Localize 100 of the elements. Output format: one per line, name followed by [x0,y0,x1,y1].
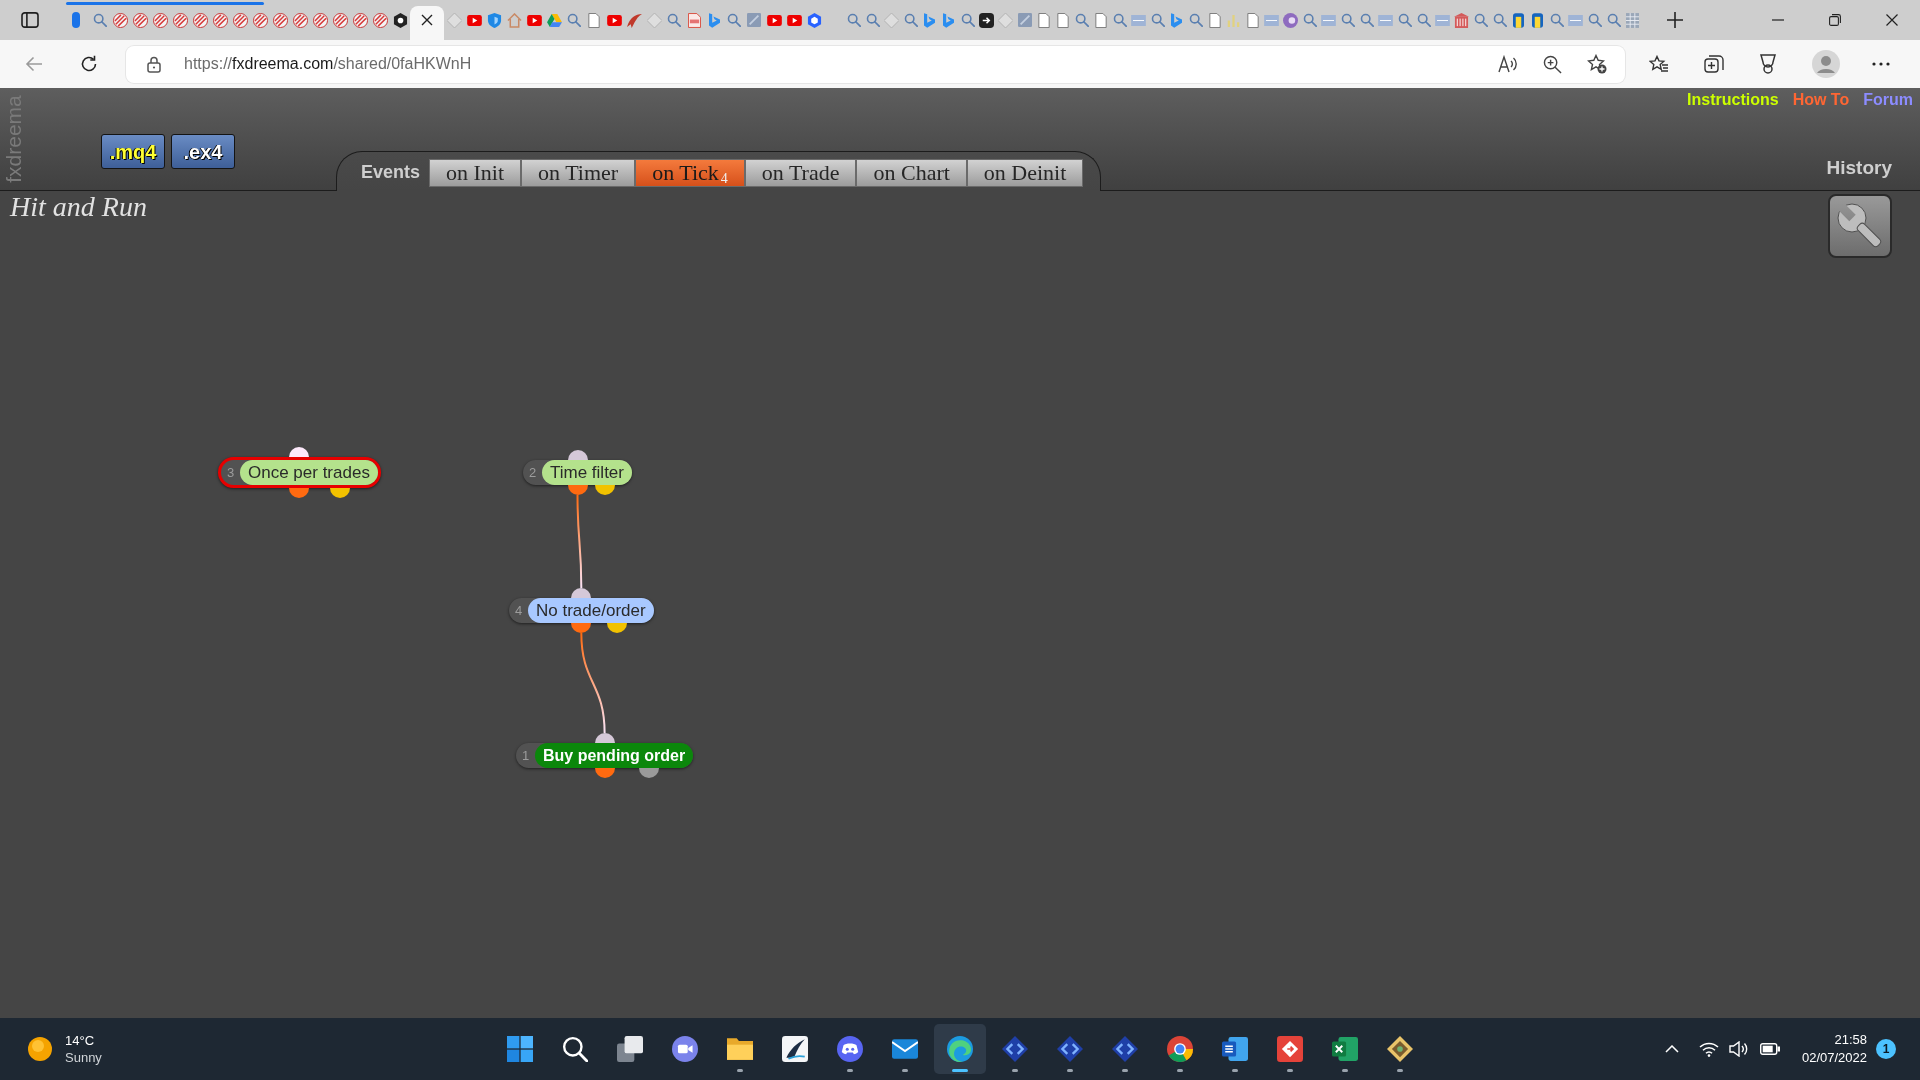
tile-icon[interactable] [1378,14,1393,26]
search-icon[interactable] [1112,13,1127,27]
striped-ball-icon[interactable] [252,12,268,28]
document-icon[interactable] [687,12,701,28]
output-port-icon[interactable] [607,623,628,633]
tile-icon[interactable] [1264,14,1279,26]
striped-ball-icon[interactable] [112,12,128,28]
search-icon[interactable] [846,13,861,27]
play-icon[interactable] [766,14,782,26]
capsule-icon[interactable] [72,12,80,28]
striped-ball-icon[interactable] [232,12,248,28]
search-icon[interactable] [1492,13,1507,27]
search-icon[interactable] [667,13,681,27]
input-port-icon[interactable] [594,733,615,743]
search-icon[interactable] [903,13,918,27]
search-icon[interactable] [567,13,581,27]
flow-block[interactable]: 3 Once per trades [218,457,381,488]
output-port-icon[interactable] [289,488,310,498]
output-port-icon[interactable] [571,623,592,633]
striped-ball-icon[interactable] [172,12,188,28]
page-icon[interactable] [1056,12,1069,28]
search-icon[interactable] [1473,13,1488,27]
battery-icon[interactable] [1759,1043,1780,1055]
header-link[interactable]: Instructions [1687,90,1779,110]
event-tab[interactable]: on Deinit [966,158,1084,187]
search-icon[interactable] [1587,13,1602,27]
tile-icon[interactable] [1321,14,1336,26]
output-port-icon[interactable] [330,488,351,498]
more-icon[interactable] [1872,62,1890,66]
striped-ball-icon[interactable] [332,12,348,28]
ribbon-icon[interactable] [924,12,935,28]
avatar-icon[interactable] [1812,50,1840,78]
striped-ball-icon[interactable] [152,12,168,28]
panel-icon[interactable] [21,12,39,28]
address-bar[interactable]: https://fxdreema.com/shared/0faHKWnH [126,45,1625,83]
output-port-icon[interactable] [594,485,615,495]
search-icon[interactable] [1397,13,1412,27]
search-icon[interactable] [1150,13,1165,27]
output-port-icon[interactable] [567,485,588,495]
event-tab[interactable]: on Trade [744,158,857,187]
close-icon[interactable] [421,14,433,26]
clock-time[interactable]: 21:58 [1834,1031,1867,1049]
event-tab[interactable]: on Chart [856,158,967,187]
trophy-icon[interactable] [1759,54,1777,74]
striped-ball-icon[interactable] [372,12,388,28]
page-icon[interactable] [1208,12,1221,28]
page-icon[interactable] [588,12,600,28]
refresh-icon[interactable] [80,55,98,73]
arrow-tile-icon[interactable] [979,12,994,28]
speaker-icon[interactable] [1728,1041,1749,1057]
striped-ball-icon[interactable] [272,12,288,28]
wrench-icon[interactable] [1828,194,1892,258]
page-icon[interactable] [1094,12,1107,28]
search-icon[interactable] [1549,13,1564,27]
building-icon[interactable] [1454,12,1469,28]
search-icon[interactable] [1074,13,1089,27]
input-port-icon[interactable] [571,588,592,598]
tile-icon[interactable] [1435,14,1450,26]
search-icon[interactable] [1340,13,1355,27]
clock-date[interactable]: 02/07/2022 [1801,1049,1867,1067]
output-port-icon[interactable] [638,768,659,778]
striped-ball-icon[interactable] [352,12,368,28]
triangle-icon[interactable] [546,13,562,27]
search-icon[interactable] [727,13,741,27]
ribbon-icon[interactable] [1171,12,1182,28]
search-icon[interactable] [1606,13,1621,27]
striped-ball-icon[interactable] [292,12,308,28]
zoom-in-icon[interactable] [1543,54,1562,74]
search-icon[interactable] [1416,13,1431,27]
search-icon[interactable] [93,13,107,27]
chevron-up-icon[interactable] [1664,1045,1679,1053]
taskbar-button[interactable] [934,1024,986,1074]
sun-icon[interactable] [28,1037,52,1061]
striped-ball-icon[interactable] [212,12,228,28]
hexagon-icon[interactable] [392,12,408,28]
flow-block[interactable]: 2 Time filter [523,460,632,485]
event-tab[interactable]: on Init [429,158,522,187]
notification-badge[interactable]: 1 [1876,1039,1896,1059]
collections-icon[interactable] [1704,54,1724,74]
close-icon[interactable] [1885,14,1898,26]
search-icon[interactable] [1359,13,1374,27]
ribbon-icon[interactable] [943,12,954,28]
play-icon[interactable] [606,14,622,26]
tile-icon[interactable] [1568,14,1583,26]
page-icon[interactable] [1037,12,1050,28]
flow-block[interactable]: 4 No trade/order [509,598,654,623]
favorites-icon[interactable] [1649,55,1669,73]
search-icon[interactable] [1302,13,1317,27]
striped-ball-icon[interactable] [132,12,148,28]
plus-icon[interactable] [1667,12,1683,28]
play-icon[interactable] [466,14,482,26]
swoosh-icon[interactable] [626,12,642,28]
play-icon[interactable] [526,14,542,26]
tile-icon[interactable] [1131,14,1146,26]
export-button[interactable]: .mq4 [101,134,165,169]
minimize-icon[interactable] [1771,19,1784,21]
page-icon[interactable] [1246,12,1259,28]
shield-icon[interactable] [486,12,502,28]
export-button[interactable]: .ex4 [171,134,235,169]
search-icon[interactable] [865,13,880,27]
